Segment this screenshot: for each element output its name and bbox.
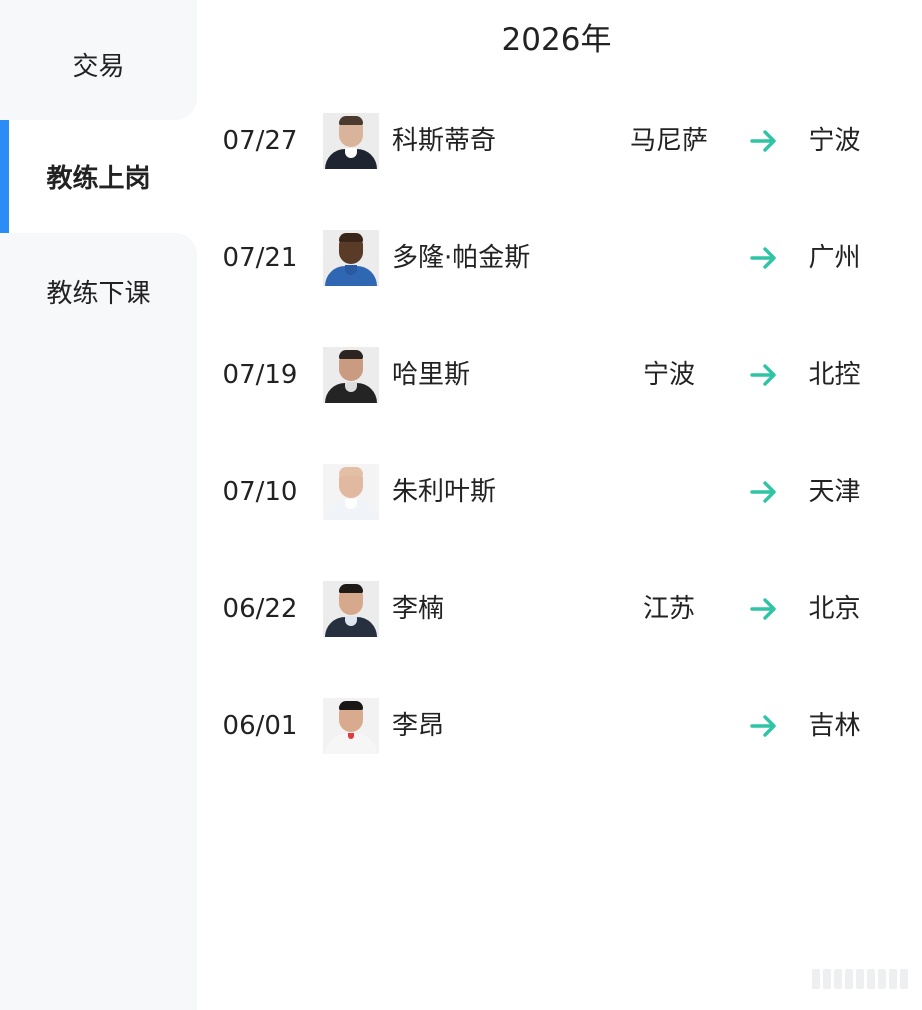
- arrow-right-icon: [750, 364, 776, 386]
- sidebar-active-indicator: [0, 120, 9, 233]
- to-team: 北控: [808, 360, 861, 390]
- list-item[interactable]: 07/21 多隆·帕金斯 广州: [197, 228, 922, 288]
- from-team: [607, 462, 731, 522]
- date-label: 06/22: [222, 594, 298, 624]
- sidebar-item-label: 交易: [72, 51, 125, 82]
- date-label: 07/27: [222, 126, 298, 156]
- list-item[interactable]: 07/19 哈里斯 宁波 北控: [197, 345, 922, 405]
- to-team: 北京: [808, 594, 861, 624]
- year-label: 2026年: [501, 22, 612, 58]
- arrow-right-icon: [750, 598, 776, 620]
- arrow-right-icon: [750, 247, 776, 269]
- year-heading: 2026年: [197, 14, 922, 59]
- coach-name: 李楠: [392, 594, 445, 624]
- coach-avatar: [323, 581, 379, 637]
- from-team: 马尼萨: [629, 126, 708, 156]
- sidebar-item-trade[interactable]: 交易: [0, 6, 197, 122]
- coach-avatar: [323, 113, 379, 169]
- sidebar-item-label: 教练上岗: [46, 164, 151, 194]
- to-team: 天津: [808, 477, 861, 507]
- sidebar-item-coach-hired[interactable]: 教练上岗: [0, 120, 197, 233]
- main-panel: 2026年 07/27 科斯蒂奇 马尼萨 宁波 07/21 多隆·帕金斯 广州 …: [197, 0, 922, 1010]
- coach-name: 多隆·帕金斯: [392, 243, 531, 273]
- to-team: 广州: [808, 243, 861, 273]
- arrow-right-icon: [750, 130, 776, 152]
- from-team: 江苏: [642, 594, 695, 624]
- coach-avatar: [323, 347, 379, 403]
- coach-name: 李昂: [392, 711, 445, 741]
- list-item[interactable]: 06/01 李昂 吉林: [197, 696, 922, 756]
- list-item[interactable]: 07/10 朱利叶斯 天津: [197, 462, 922, 522]
- date-label: 06/01: [222, 711, 298, 741]
- coach-name: 科斯蒂奇: [392, 126, 497, 156]
- coach-avatar: [323, 464, 379, 520]
- coach-avatar: [323, 230, 379, 286]
- list-item[interactable]: 07/27 科斯蒂奇 马尼萨 宁波: [197, 111, 922, 171]
- sidebar-item-label: 教练下课: [46, 278, 151, 309]
- coach-name: 朱利叶斯: [392, 477, 497, 507]
- coach-name: 哈里斯: [392, 360, 471, 390]
- date-label: 07/10: [222, 477, 298, 507]
- arrow-right-icon: [750, 715, 776, 737]
- arrow-right-icon: [750, 481, 776, 503]
- from-team: [607, 228, 731, 288]
- sidebar-item-coach-fired[interactable]: 教练下课: [0, 233, 197, 349]
- sidebar: 交易 教练上岗 教练下课: [0, 0, 197, 1010]
- to-team: 宁波: [808, 126, 861, 156]
- date-label: 07/19: [222, 360, 298, 390]
- list-item[interactable]: 06/22 李楠 江苏 北京: [197, 579, 922, 639]
- sidebar-bottom-section: [0, 233, 197, 1010]
- watermark: [812, 968, 908, 990]
- date-label: 07/21: [222, 243, 298, 273]
- from-team: [607, 696, 731, 756]
- from-team: 宁波: [642, 360, 695, 390]
- to-team: 吉林: [808, 711, 861, 741]
- coach-avatar: [323, 698, 379, 754]
